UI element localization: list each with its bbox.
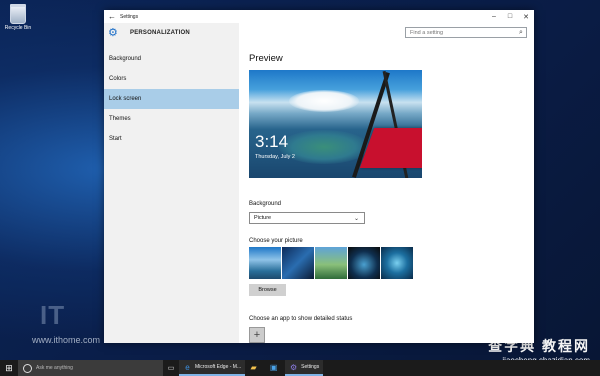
taskbar-app-label: Settings xyxy=(301,364,320,370)
windows-logo-icon[interactable]: ⊞ xyxy=(0,363,18,374)
taskbar-app-settings[interactable]: ⚙ Settings xyxy=(285,360,324,376)
gear-icon: ⚙ xyxy=(108,27,118,39)
preview-cloud xyxy=(289,90,359,112)
store-icon: ▣ xyxy=(269,362,278,372)
preview-date: Thursday, July 2 xyxy=(255,154,295,160)
search-input[interactable] xyxy=(410,29,516,36)
cortana-icon xyxy=(23,363,32,373)
picture-thumbnail[interactable] xyxy=(348,247,380,279)
background-label: Background xyxy=(249,201,282,207)
taskbar-app-edge[interactable]: e Microsoft Edge - M... xyxy=(179,360,246,376)
picture-thumbnail[interactable] xyxy=(249,247,281,279)
choose-picture-label: Choose your picture xyxy=(249,238,303,244)
main-content: Preview 3:14 Thursday, July 2 Background… xyxy=(249,53,529,343)
add-app-button[interactable]: + xyxy=(249,327,265,343)
lock-screen-preview-image: 3:14 Thursday, July 2 xyxy=(249,70,422,178)
background-dropdown-value: Picture xyxy=(254,215,272,221)
preview-heading: Preview xyxy=(249,53,283,64)
sidebar-item-background[interactable]: Background xyxy=(104,49,239,69)
task-view-icon[interactable]: ▭ xyxy=(163,364,179,372)
preview-time: 3:14 xyxy=(255,132,289,151)
maximize-icon[interactable]: □ xyxy=(502,13,518,20)
search-box[interactable]: ⌕ xyxy=(405,27,527,38)
picture-thumbnails xyxy=(249,247,413,279)
detailed-status-label: Choose an app to show detailed status xyxy=(249,316,353,322)
minimize-icon[interactable]: – xyxy=(486,13,502,20)
section-title: PERSONALIZATION xyxy=(130,30,190,36)
sidebar-item-colors[interactable]: Colors xyxy=(104,69,239,89)
taskbar-app-store[interactable]: ▣ xyxy=(265,360,285,376)
back-arrow-icon[interactable]: ← xyxy=(104,12,120,21)
picture-thumbnail[interactable] xyxy=(381,247,413,279)
taskbar: ⊞ Ask me anything ▭ e Microsoft Edge - M… xyxy=(0,360,600,376)
chevron-down-icon: ⌄ xyxy=(354,215,360,222)
taskbar-search-placeholder: Ask me anything xyxy=(36,365,73,371)
search-icon[interactable]: ⌕ xyxy=(516,29,526,37)
watermark-logo: IT xyxy=(40,300,66,330)
desktop: Recycle Bin IT www.ithome.com 查字典 教程网 ji… xyxy=(0,0,600,376)
background-dropdown[interactable]: Picture ⌄ xyxy=(249,212,365,224)
sidebar-nav: Background Colors Lock screen Themes Sta… xyxy=(104,49,239,149)
watermark-url: www.ithome.com xyxy=(32,335,101,345)
picture-thumbnail[interactable] xyxy=(282,247,314,279)
browse-button[interactable]: Browse xyxy=(249,284,286,296)
sidebar-item-themes[interactable]: Themes xyxy=(104,109,239,129)
section-header: ⚙ PERSONALIZATION xyxy=(104,23,239,43)
settings-window: ← Settings – □ ✕ ⚙ PERSONALIZATION Backg… xyxy=(104,10,534,343)
settings-sidebar: ⚙ PERSONALIZATION Background Colors Lock… xyxy=(104,23,239,343)
sidebar-item-start[interactable]: Start xyxy=(104,129,239,149)
recycle-bin-label: Recycle Bin xyxy=(4,25,32,31)
edge-icon: e xyxy=(185,362,190,372)
recycle-bin-shortcut[interactable]: Recycle Bin xyxy=(4,4,32,31)
window-title: Settings xyxy=(120,13,139,20)
file-explorer-icon: ▰ xyxy=(250,362,257,372)
recycle-bin-icon xyxy=(10,4,26,24)
taskbar-search[interactable]: Ask me anything xyxy=(18,360,163,376)
close-icon[interactable]: ✕ xyxy=(518,13,534,21)
taskbar-app-label: Microsoft Edge - M... xyxy=(195,364,242,370)
taskbar-app-file-explorer[interactable]: ▰ xyxy=(245,360,265,376)
title-bar: ← Settings – □ ✕ xyxy=(104,10,534,23)
sidebar-item-lock-screen[interactable]: Lock screen xyxy=(104,89,239,109)
picture-thumbnail[interactable] xyxy=(315,247,347,279)
settings-icon: ⚙ xyxy=(290,362,298,372)
